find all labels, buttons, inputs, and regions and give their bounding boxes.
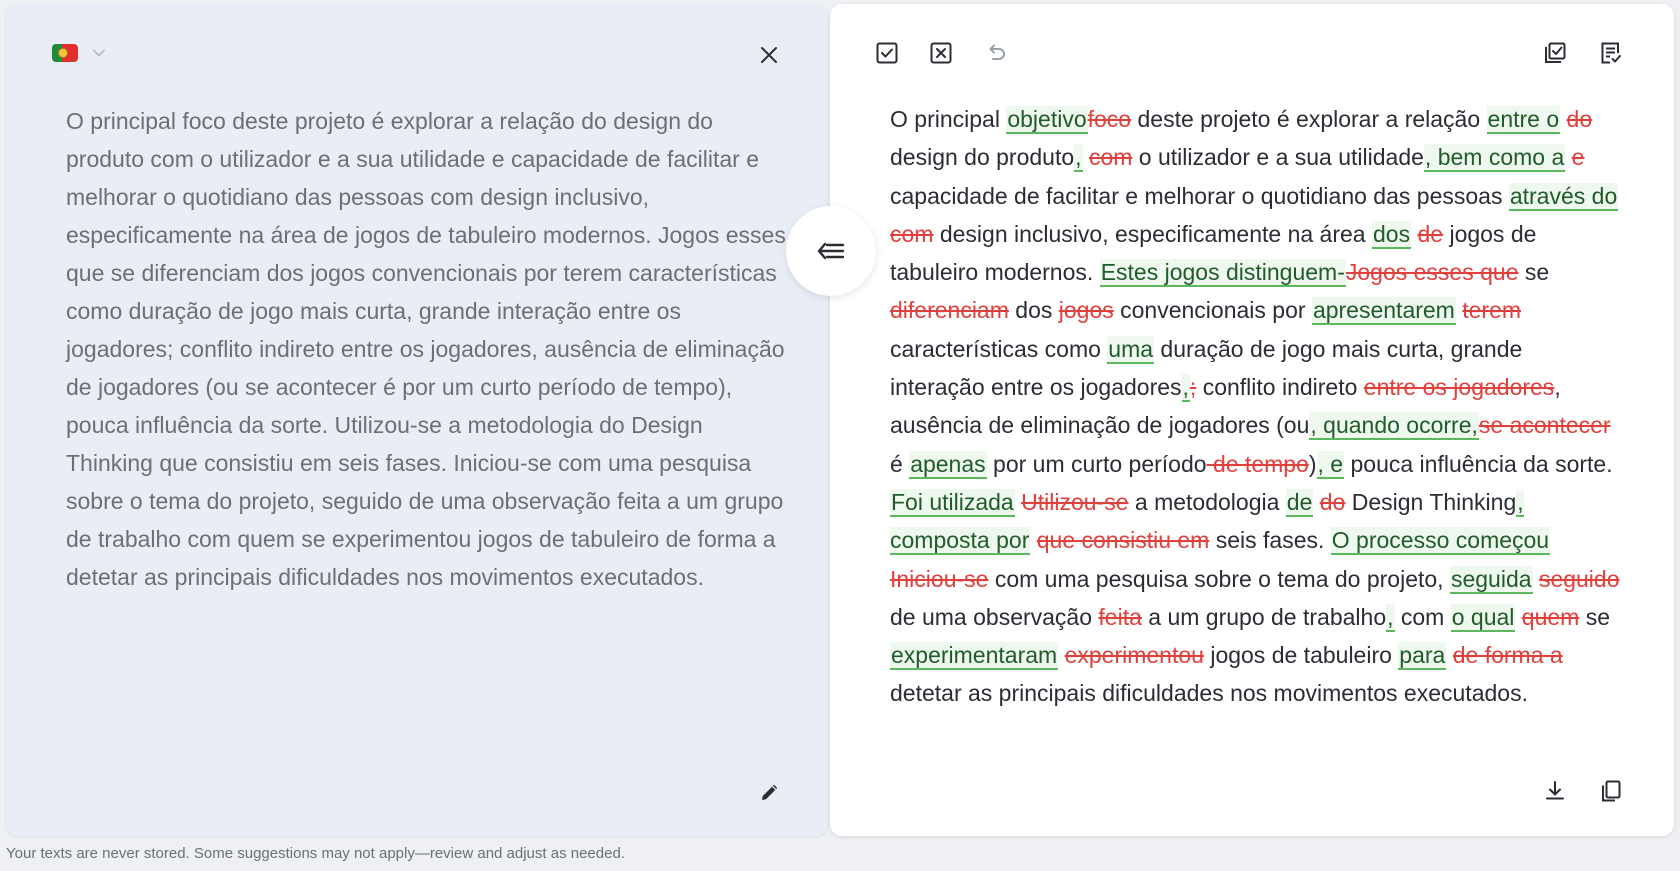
undo-button[interactable] <box>983 40 1009 66</box>
text-segment: se <box>1579 603 1611 630</box>
suggestion-insert[interactable]: dos <box>1371 220 1412 249</box>
text-segment: seis fases. <box>1209 527 1331 554</box>
text-segment: a metodologia <box>1128 488 1286 515</box>
suggestion-insert[interactable]: de <box>1285 488 1314 517</box>
suggestion-insert[interactable]: , bem como a <box>1423 144 1566 173</box>
suggestion-delete[interactable]: entre os jogadores <box>1364 374 1555 400</box>
copy-button[interactable] <box>1598 778 1624 804</box>
reject-all-button[interactable] <box>928 40 954 66</box>
suggestion-delete[interactable]: seguido <box>1539 566 1620 592</box>
text-segment: o utilizador e a sua utilidade <box>1132 144 1424 171</box>
suggestion-delete[interactable]: com <box>1089 144 1132 170</box>
undo-icon <box>989 44 1005 60</box>
text-segment: dos <box>1008 297 1059 324</box>
suggestion-insert[interactable]: , e <box>1316 450 1345 479</box>
suggestion-insert[interactable]: para <box>1398 642 1447 671</box>
collapse-left-icon <box>817 242 845 260</box>
text-segment: por um curto período <box>986 450 1207 477</box>
suggestion-insert[interactable]: , <box>1181 374 1190 403</box>
suggestion-insert[interactable]: O processo começou <box>1330 527 1551 556</box>
suggestion-delete[interactable]: do <box>1567 106 1593 132</box>
text-segment: O principal <box>890 106 1007 132</box>
document-check-icon <box>1601 42 1621 64</box>
suggestion-delete[interactable]: de forma a <box>1453 642 1563 668</box>
suggestion-delete[interactable]: Iniciou-se <box>890 566 988 592</box>
suggestion-insert[interactable]: uma <box>1107 335 1155 364</box>
suggestion-delete[interactable]: de <box>1417 221 1443 247</box>
text-segment: detetar as principais dificuldades nos m… <box>890 680 1528 707</box>
text-segment: de uma observação <box>890 603 1099 630</box>
download-button[interactable] <box>1542 778 1568 804</box>
text-segment: características como <box>890 335 1108 362</box>
suggestion-delete[interactable]: do <box>1320 489 1346 515</box>
suggestion-delete[interactable]: feita <box>1098 604 1141 630</box>
suggestion-insert[interactable]: seguida <box>1449 565 1533 594</box>
suggestion-insert[interactable]: Estes jogos distinguem- <box>1099 259 1346 288</box>
suggestion-insert[interactable]: objetivo <box>1006 106 1088 134</box>
suggestion-insert[interactable]: apresentarem <box>1311 297 1456 326</box>
suggestion-delete[interactable]: que consistiu em <box>1037 527 1210 553</box>
collapse-left-button[interactable] <box>786 206 876 296</box>
pencil-icon[interactable] <box>758 780 782 804</box>
chevron-down-icon[interactable] <box>90 44 108 62</box>
text-segment: design inclusivo, especificamente na áre… <box>933 220 1372 247</box>
text-segment: é <box>890 450 910 477</box>
suggestion-insert[interactable]: experimentaram <box>890 642 1059 671</box>
text-segment: ) <box>1308 450 1317 477</box>
text-segment: jogos de tabuleiro <box>1203 642 1399 669</box>
text-segment: design do produto <box>890 144 1075 171</box>
corrected-panel: O principal objetivofoco deste projeto é… <box>830 4 1674 836</box>
suggestion-insert[interactable]: o qual <box>1450 603 1516 632</box>
suggestion-delete[interactable]: diferenciam <box>890 297 1009 323</box>
text-segment: a um grupo de trabalho <box>1141 603 1387 630</box>
notes-button[interactable] <box>1598 40 1624 66</box>
suggestion-delete[interactable]: Utilizou-se <box>1021 489 1128 515</box>
review-button[interactable] <box>1542 40 1568 66</box>
download-icon <box>1546 781 1564 800</box>
portugal-flag-icon[interactable] <box>52 44 78 62</box>
text-segment: se <box>1518 259 1550 286</box>
suggestion-insert[interactable]: entre o <box>1486 106 1561 134</box>
suggestion-delete[interactable]: jogos <box>1059 297 1114 323</box>
text-segment: com uma pesquisa sobre o tema do projeto… <box>988 565 1450 592</box>
text-segment: pouca influência da sorte. <box>1344 450 1613 477</box>
copy-icon <box>1602 780 1621 802</box>
text-segment: Design Thinking <box>1345 488 1517 515</box>
text-segment: convencionais por <box>1113 297 1312 324</box>
accept-all-button[interactable] <box>874 40 900 66</box>
suggestion-insert[interactable]: , <box>1074 144 1083 173</box>
suggestion-delete[interactable]: experimentou <box>1065 642 1204 668</box>
text-segment: capacidade de facilitar e melhorar o quo… <box>890 182 1509 209</box>
source-text[interactable]: O principal foco deste projeto é explora… <box>66 102 786 596</box>
text-segment: com <box>1394 603 1451 630</box>
suggestion-insert[interactable]: , quando ocorre, <box>1309 412 1479 441</box>
suggestion-insert[interactable]: Foi utilizada <box>890 488 1015 517</box>
check-list-icon <box>1545 42 1566 63</box>
suggestion-delete[interactable]: foco <box>1088 106 1131 132</box>
suggestion-delete[interactable]: com <box>890 221 933 247</box>
suggestion-delete[interactable]: de tempo <box>1207 451 1309 477</box>
suggestion-insert[interactable]: através do <box>1508 182 1619 211</box>
text-segment: conflito indireto <box>1196 374 1364 401</box>
text-segment: deste projeto é explorar a relação <box>1131 106 1487 132</box>
checkbox-x-icon <box>930 42 952 64</box>
suggestion-delete[interactable]: quem <box>1522 604 1580 630</box>
checkbox-check-icon <box>876 42 898 64</box>
source-panel: O principal foco deste projeto é explora… <box>6 4 828 836</box>
close-icon[interactable] <box>758 44 780 66</box>
suggestion-delete[interactable]: se acontecer <box>1479 412 1611 438</box>
privacy-notice: Your texts are never stored. Some sugges… <box>6 845 625 862</box>
suggestion-insert[interactable]: , <box>1386 603 1395 632</box>
suggestion-insert[interactable]: apenas <box>909 450 987 479</box>
suggestion-delete[interactable]: terem <box>1462 297 1521 323</box>
corrected-text[interactable]: O principal objetivofoco deste projeto é… <box>890 100 1620 713</box>
suggestion-delete[interactable]: e <box>1572 144 1585 170</box>
suggestion-delete[interactable]: Jogos esses que <box>1346 259 1519 285</box>
